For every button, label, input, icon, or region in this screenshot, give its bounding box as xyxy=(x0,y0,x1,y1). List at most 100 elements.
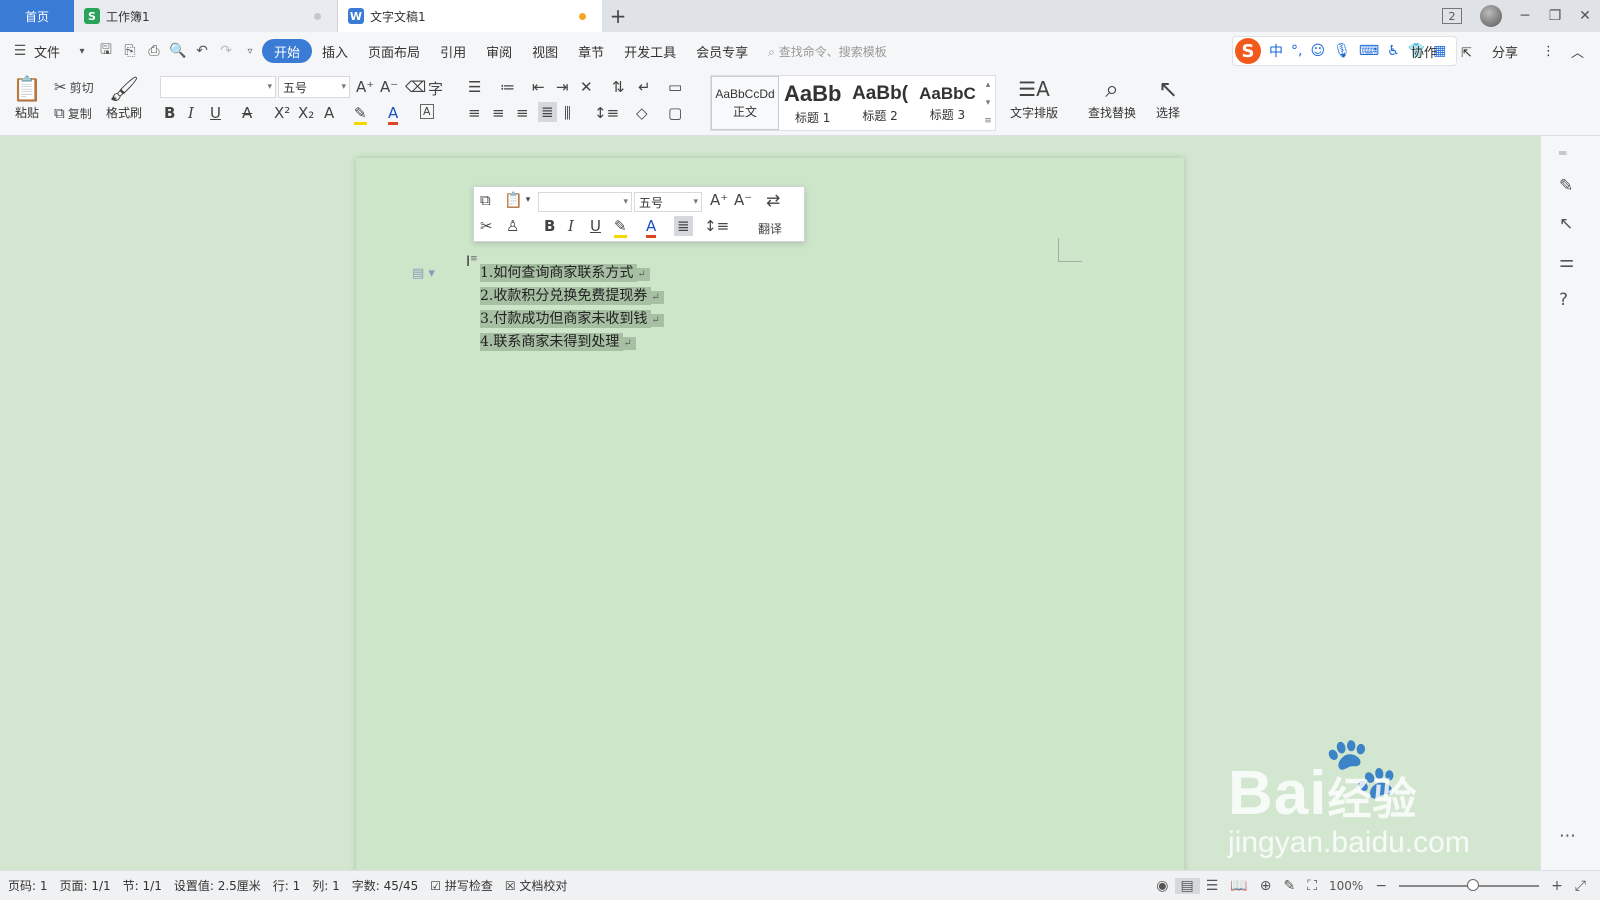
sliders-icon[interactable]: ⚌ xyxy=(1559,252,1574,272)
shrink-font-icon[interactable]: A⁻ xyxy=(380,78,398,96)
highlight-icon[interactable]: ✎ xyxy=(354,104,367,125)
menu-developer[interactable]: 开发工具 xyxy=(614,39,686,63)
shrink-font-icon[interactable]: A⁻ xyxy=(734,191,752,209)
bold-icon[interactable]: B xyxy=(544,217,555,235)
justify-icon[interactable]: ≣ xyxy=(674,216,693,236)
doc-proof-button[interactable]: ☒ 文档校对 xyxy=(499,877,574,894)
menu-references[interactable]: 引用 xyxy=(430,39,476,63)
undo-icon[interactable]: ↶ xyxy=(190,39,214,63)
justify-icon[interactable]: ≣ xyxy=(538,102,557,122)
zoom-slider-knob[interactable] xyxy=(1467,879,1480,891)
tab-workbook[interactable]: S 工作簿1 xyxy=(74,0,338,32)
ime-mode[interactable]: 中 xyxy=(1265,41,1287,61)
grow-font-icon[interactable]: A⁺ xyxy=(356,78,374,96)
find-replace-button[interactable]: ⌕ 查找替换 xyxy=(1088,74,1136,121)
save-icon[interactable]: 🖫 xyxy=(94,39,118,63)
pen-icon[interactable]: ✎ xyxy=(1559,176,1573,196)
accessibility-icon[interactable]: ♿ xyxy=(1383,43,1404,59)
fit-page-icon[interactable]: ⛶ xyxy=(1301,878,1323,894)
ime-punct[interactable]: °, xyxy=(1287,43,1306,59)
decrease-indent-icon[interactable]: ⇤ xyxy=(532,78,545,96)
clear-format-icon[interactable]: ⌫ xyxy=(405,78,426,96)
restore-icon[interactable]: ❐ xyxy=(1540,0,1570,32)
align-center-icon[interactable]: ≡ xyxy=(492,104,505,122)
document-page[interactable]: ▤ ▾ I≡ 1.如何查询商家联系方式 ↵ 2.收款积分兑换免费提现券 ↵ 3.付款… xyxy=(356,158,1184,878)
menu-page-layout[interactable]: 页面布局 xyxy=(358,39,430,63)
numbering-icon[interactable]: ≔ xyxy=(500,78,515,96)
brush-icon[interactable]: ♙ xyxy=(506,217,519,235)
pointer-icon[interactable]: ↖ xyxy=(1559,214,1573,234)
document-area[interactable]: ▤ ▾ I≡ 1.如何查询商家联系方式 ↵ 2.收款积分兑换免费提现券 ↵ 3.付款… xyxy=(0,136,1540,878)
customize-icon[interactable]: ▿ xyxy=(238,39,262,63)
phonetic-icon[interactable]: 字 xyxy=(428,78,443,99)
paste-button[interactable]: 📋 粘贴 xyxy=(12,74,42,121)
zoom-in-icon[interactable]: + xyxy=(1545,878,1569,894)
menu-view[interactable]: 视图 xyxy=(522,39,568,63)
emoji-icon[interactable]: ☺ xyxy=(1306,43,1329,59)
list-item[interactable]: 1.如何查询商家联系方式 ↵ xyxy=(480,262,664,285)
distribute-icon[interactable]: ⫼ xyxy=(564,104,571,122)
hamburger-icon[interactable]: ☰ xyxy=(8,39,32,63)
bullets-icon[interactable]: ☰ xyxy=(468,78,481,96)
fullscreen-icon[interactable]: ⤢ xyxy=(1569,878,1592,894)
scissors-icon[interactable]: ✂ xyxy=(480,217,493,235)
export-icon[interactable]: ⎘ xyxy=(118,39,142,63)
web-view-icon[interactable]: ⊕ xyxy=(1254,878,1278,894)
grow-font-icon[interactable]: A⁺ xyxy=(710,191,728,209)
sort-icon[interactable]: ⇅ xyxy=(612,78,625,96)
minimize-icon[interactable]: ─ xyxy=(1510,0,1540,32)
font-color-icon[interactable]: A xyxy=(388,104,399,125)
text-layout-button[interactable]: ☰A 文字排版 xyxy=(1010,74,1058,121)
style-heading-3[interactable]: AaBbC 标题 3 xyxy=(914,76,981,130)
status-word-count[interactable]: 字数: 45/45 xyxy=(346,877,424,894)
select-button[interactable]: ↖ 选择 xyxy=(1156,74,1180,121)
menu-insert[interactable]: 插入 xyxy=(312,39,358,63)
style-heading-2[interactable]: AaBb( 标题 2 xyxy=(846,76,913,130)
more-icon[interactable]: ⋯ xyxy=(1559,826,1576,846)
new-tab-button[interactable]: + xyxy=(602,0,634,32)
style-normal[interactable]: AaBbCcDd 正文 xyxy=(711,76,779,130)
translate-icon[interactable]: ⇄ xyxy=(766,191,780,211)
list-item[interactable]: 4.联系商家未得到处理 ↵ xyxy=(480,331,664,354)
menu-member[interactable]: 会员专享 xyxy=(686,39,758,63)
shading-icon[interactable]: ◇ xyxy=(636,104,648,122)
style-heading-1[interactable]: AaBb 标题 1 xyxy=(779,76,846,130)
paste-icon[interactable]: 📋 ▾ xyxy=(504,191,530,209)
text-effect-icon[interactable]: A xyxy=(324,104,334,122)
italic-icon[interactable]: I xyxy=(188,104,194,122)
strikethrough-icon[interactable]: A xyxy=(242,104,252,122)
collapse-icon[interactable]: ═ xyxy=(1559,146,1566,160)
chevron-down-icon[interactable]: ▾ xyxy=(986,98,991,108)
font-color-icon[interactable]: A xyxy=(646,217,657,238)
zoom-out-icon[interactable]: − xyxy=(1369,878,1393,894)
highlight-icon[interactable]: ✎ xyxy=(614,217,627,238)
avatar[interactable] xyxy=(1480,5,1502,27)
collapse-ribbon-icon[interactable]: ︿ xyxy=(1563,42,1592,61)
status-page-num[interactable]: 页码: 1 xyxy=(0,877,54,894)
bold-icon[interactable]: B xyxy=(164,104,175,122)
status-row[interactable]: 行: 1 xyxy=(267,877,307,894)
ruler-icon[interactable]: ▭ xyxy=(668,78,682,96)
print-icon[interactable]: ⎙ xyxy=(142,39,166,63)
underline-icon[interactable]: U xyxy=(210,104,221,122)
translate-button[interactable]: 翻译 xyxy=(758,220,782,237)
status-pages[interactable]: 页面: 1/1 xyxy=(54,877,117,894)
line-spacing-icon[interactable]: ↕≡ xyxy=(704,217,729,235)
show-marks-icon[interactable]: ↵ xyxy=(638,78,651,96)
paragraph-layout-icon[interactable]: ▤ ▾ xyxy=(412,266,435,281)
menu-home[interactable]: 开始 xyxy=(262,39,313,63)
list-item[interactable]: 3.付款成功但商家未收到钱 ↵ xyxy=(480,308,664,331)
copy-button[interactable]: ⧉ 复制 xyxy=(54,104,92,122)
command-search[interactable]: ⌕ 查找命令、搜索模板 xyxy=(768,43,887,60)
chevron-up-icon[interactable]: ▴ xyxy=(986,80,991,90)
menu-file[interactable]: 文件 xyxy=(32,39,70,63)
chevron-down-icon[interactable]: ▾ xyxy=(70,39,94,63)
microphone-icon[interactable]: 🎙 xyxy=(1329,43,1355,59)
status-section[interactable]: 节: 1/1 xyxy=(117,877,168,894)
zoom-slider[interactable] xyxy=(1399,879,1540,891)
underline-icon[interactable]: U xyxy=(590,217,601,235)
write-view-icon[interactable]: ✎ xyxy=(1277,878,1301,894)
more-icon[interactable]: ⋮ xyxy=(1534,44,1563,59)
expand-icon[interactable]: ≡ xyxy=(984,116,992,126)
align-right-icon[interactable]: ≡ xyxy=(516,104,529,122)
